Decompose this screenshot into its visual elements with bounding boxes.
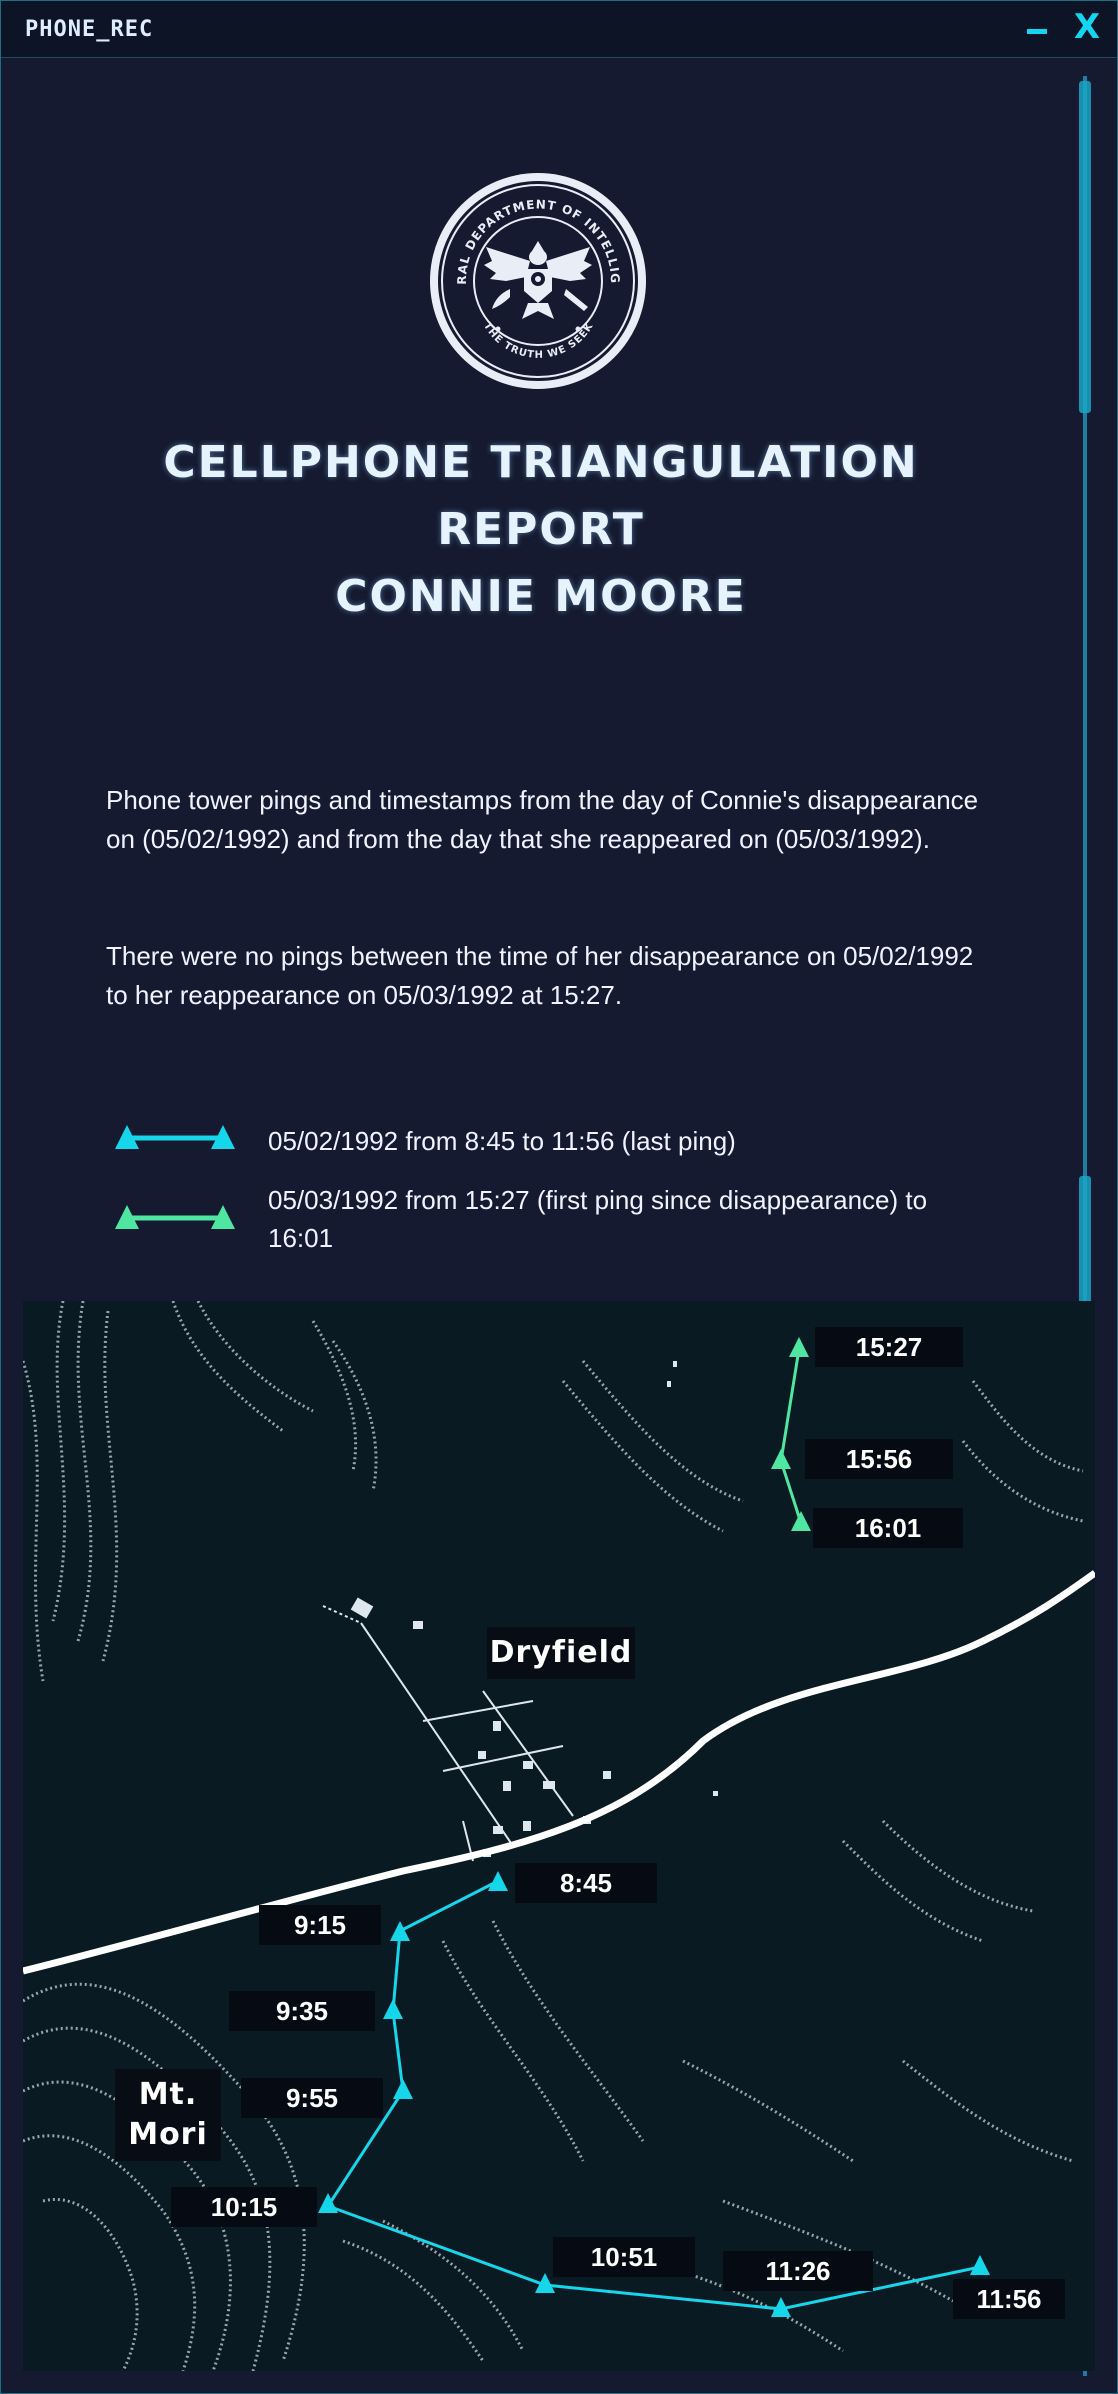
ping-label-0955: 9:55: [241, 2078, 383, 2118]
minimize-button[interactable]: [1023, 15, 1051, 43]
map-town-label: Dryfield: [487, 1627, 635, 1679]
ping-label-1126: 11:26: [723, 2251, 873, 2291]
day-2-route: [779, 1348, 803, 1524]
report-paragraph-2: There were no pings between the time of …: [106, 941, 974, 1010]
map-mountain-label: Mt. Mori: [115, 2069, 221, 2161]
phone-rec-window: PHONE_REC X FEDERAL DEPARTMENT OF INTELL…: [0, 0, 1118, 2394]
day-2-legend-icon: [115, 1205, 235, 1229]
report-title-line-2: REPORT: [437, 504, 645, 555]
ping-label-0915: 9:15: [259, 1905, 381, 1945]
close-button[interactable]: X: [1069, 7, 1105, 47]
ping-label-1051: 10:51: [553, 2237, 695, 2277]
report-subject-name: CONNIE MOORE: [335, 571, 747, 622]
title-bar[interactable]: PHONE_REC X: [1, 1, 1117, 58]
ping-label-1527: 15:27: [815, 1327, 963, 1367]
ping-label-1156: 11:56: [953, 2279, 1065, 2319]
window-title: PHONE_REC: [25, 17, 154, 42]
ping-label-0845: 8:45: [515, 1863, 657, 1903]
mountain-label-line-2: Mori: [128, 2117, 208, 2152]
scrollbar-thumb[interactable]: [1079, 81, 1091, 413]
legend-day-1-text: 05/02/1992 from 8:45 to 11:56 (last ping…: [268, 1126, 736, 1156]
day-1-legend-icon: [115, 1125, 235, 1149]
triangulation-map: Dryfield Mt. Mori 8:45 9:15 9:35 9:55 10…: [23, 1301, 1095, 2371]
intelligence-seal-logo: FEDERAL DEPARTMENT OF INTELLIGENCE THE T…: [426, 169, 646, 389]
ping-label-1556: 15:56: [805, 1439, 953, 1479]
ping-label-0935: 9:35: [229, 1991, 375, 2031]
ping-label-1601: 16:01: [813, 1508, 963, 1548]
mountain-label-line-1: Mt.: [138, 2077, 198, 2112]
legend-day-2-text: 05/03/1992 from 15:27 (first ping since …: [268, 1185, 928, 1253]
ping-label-1015: 10:15: [171, 2187, 317, 2227]
report-title-line-1: CELLPHONE TRIANGULATION: [163, 437, 919, 488]
report-paragraph-1: Phone tower pings and timestamps from th…: [106, 785, 979, 854]
